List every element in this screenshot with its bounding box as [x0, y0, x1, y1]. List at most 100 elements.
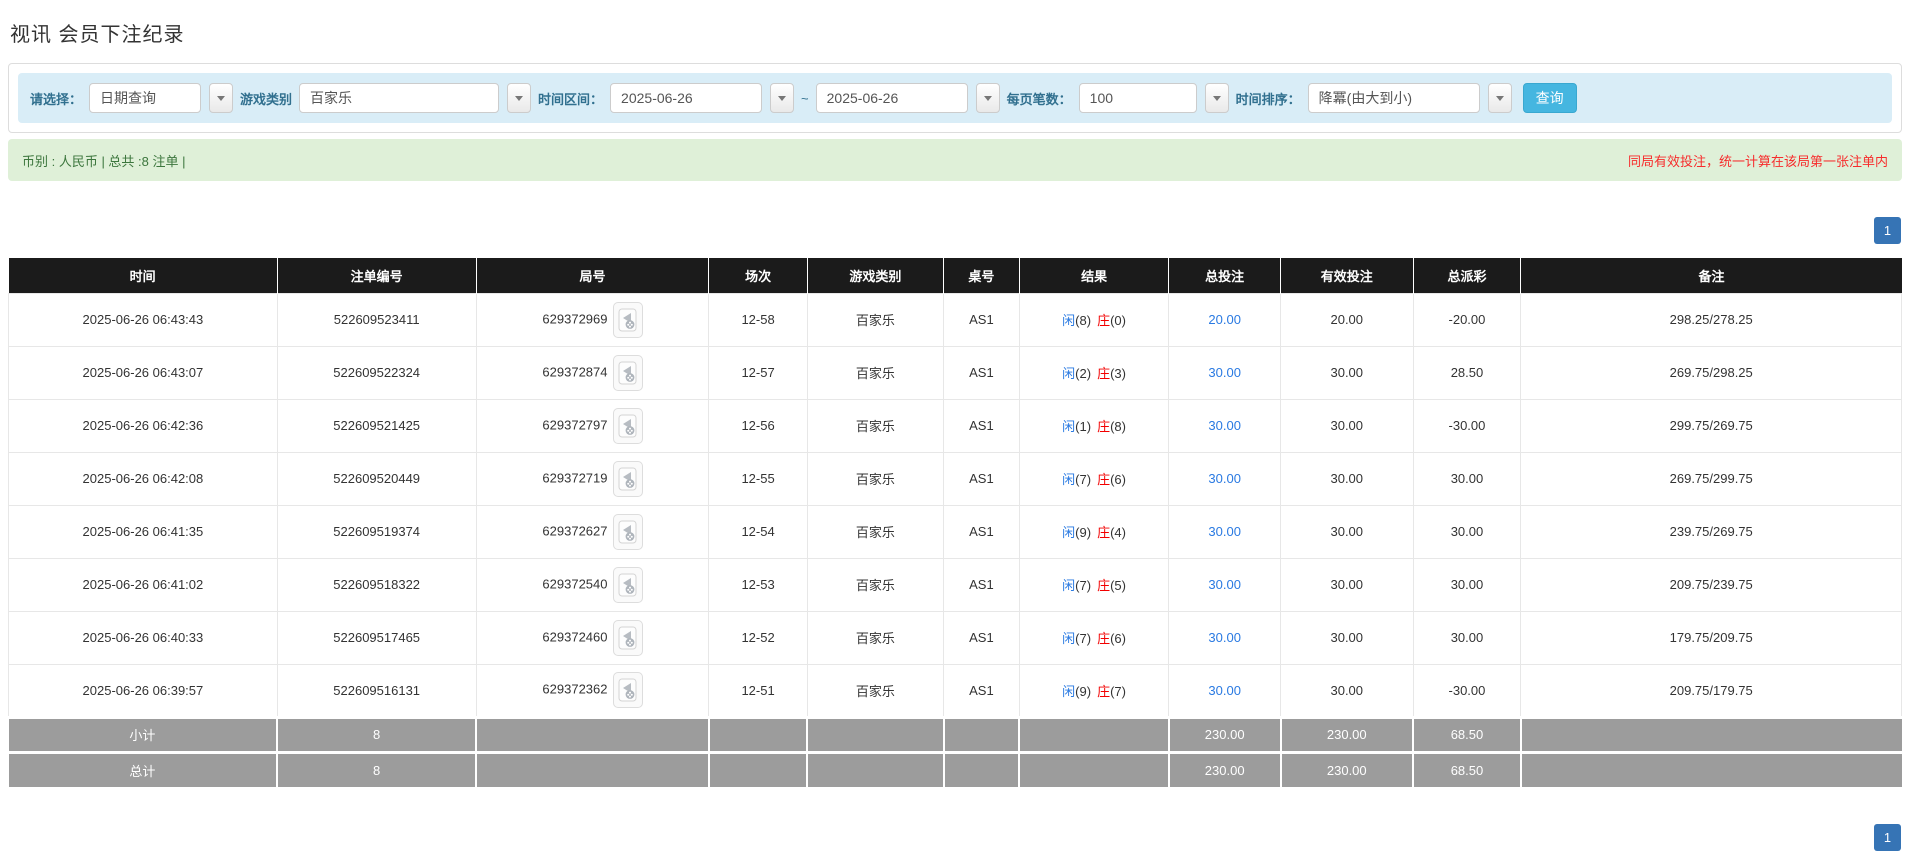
- result-banker-label: 庄: [1097, 472, 1111, 487]
- total-bet-link[interactable]: 30.00: [1208, 365, 1241, 380]
- date-to-dropdown-arrow[interactable]: [975, 83, 1000, 113]
- cell-payout: -30.00: [1412, 663, 1522, 718]
- table-row: 2025-06-26 06:43:43 522609523411 6293729…: [8, 292, 1902, 347]
- cell-result: 闲(1) 庄(8): [1018, 398, 1170, 453]
- cell-valid-bet: 30.00: [1280, 557, 1414, 612]
- cell-session: 12-52: [708, 610, 808, 665]
- cell-round-id: 629372719: [475, 451, 710, 506]
- filter-panel: 请选择： 日期查询 游戏类别 百家乐 时间区间： 2025-06-26 ~ 20…: [8, 63, 1902, 133]
- cell-game-type: 百家乐: [806, 398, 945, 453]
- cell-round-id: 629372797: [475, 398, 710, 453]
- video-replay-button[interactable]: [612, 460, 643, 497]
- cell-valid-bet: 30.00: [1280, 610, 1414, 665]
- summary-label: 总计: [8, 750, 279, 787]
- total-bet-link[interactable]: 30.00: [1208, 630, 1241, 645]
- game-type-select[interactable]: 百家乐: [299, 83, 500, 113]
- cell-time: 2025-06-26 06:43:43: [8, 292, 278, 347]
- cell-table-no: AS1: [943, 610, 1020, 665]
- cell-bet-id: 522609517465: [276, 610, 477, 665]
- video-replay-button[interactable]: [612, 354, 643, 391]
- total-bet-link[interactable]: 20.00: [1208, 312, 1241, 327]
- date-from-dropdown-arrow[interactable]: [770, 83, 795, 113]
- round-id-text: 629372460: [542, 628, 608, 644]
- result-player-score: (7): [1075, 578, 1092, 593]
- time-sort-value: 降冪(由大到小): [1318, 90, 1412, 106]
- video-replay-button[interactable]: [612, 407, 643, 444]
- page-size-dropdown-arrow[interactable]: [1204, 83, 1229, 113]
- result-banker-score: (5): [1110, 578, 1126, 593]
- cell-total-bet: 30.00: [1168, 398, 1282, 453]
- cell-result: 闲(9) 庄(4): [1018, 504, 1170, 559]
- video-replay-button[interactable]: [612, 513, 643, 550]
- page-size-select[interactable]: 100: [1078, 83, 1197, 113]
- cell-session: 12-55: [708, 451, 808, 506]
- summary-valid-bet: 230.00: [1280, 715, 1415, 752]
- summary-valid-bet: 230.00: [1280, 750, 1415, 787]
- cell-session: 12-51: [708, 663, 808, 718]
- table-row: 2025-06-26 06:41:35 522609519374 6293726…: [8, 504, 1902, 559]
- result-player-score: (2): [1075, 366, 1092, 381]
- video-replay-button[interactable]: [612, 301, 643, 338]
- chevron-down-icon: [1495, 95, 1504, 101]
- table-row: 2025-06-26 06:43:07 522609522324 6293728…: [8, 345, 1902, 400]
- round-id-text: 629372797: [542, 416, 608, 432]
- summary-total-bet: 230.00: [1168, 715, 1282, 752]
- result-player-label: 闲: [1062, 525, 1076, 540]
- cell-session: 12-57: [708, 345, 808, 400]
- search-button[interactable]: 查询: [1522, 83, 1577, 113]
- round-id-text: 629372627: [542, 522, 608, 538]
- result-banker-score: (6): [1110, 472, 1126, 487]
- video-replay-button[interactable]: [612, 619, 643, 656]
- video-replay-icon: [618, 678, 637, 702]
- game-type-label: 游戏类别: [240, 91, 293, 107]
- result-banker-label: 庄: [1097, 683, 1111, 699]
- summary-count: 8: [277, 715, 478, 752]
- cell-valid-bet: 20.00: [1280, 292, 1414, 347]
- video-replay-button[interactable]: [612, 566, 643, 603]
- cell-payout: 30.00: [1412, 451, 1522, 506]
- cell-note: 209.75/239.75: [1520, 557, 1902, 612]
- chevron-down-icon: [778, 95, 787, 101]
- cell-note: 209.75/179.75: [1520, 663, 1902, 718]
- total-bet-link[interactable]: 30.00: [1208, 418, 1241, 433]
- cell-total-bet: 30.00: [1168, 663, 1282, 718]
- cell-round-id: 629372362: [475, 663, 710, 718]
- date-to-input[interactable]: 2025-06-26: [815, 83, 968, 113]
- page-1-button-bottom[interactable]: 1: [1874, 824, 1901, 851]
- table-header-row: 时间 注单编号 局号 场次 游戏类别 桌号 结果 总投注 有效投注 总派彩 备注: [8, 258, 1902, 293]
- cell-total-bet: 30.00: [1168, 345, 1282, 400]
- game-type-dropdown-arrow[interactable]: [507, 83, 532, 113]
- time-sort-dropdown-arrow[interactable]: [1487, 83, 1512, 113]
- cell-game-type: 百家乐: [806, 610, 945, 665]
- time-range-label: 时间区间：: [538, 91, 604, 107]
- cell-game-type: 百家乐: [806, 504, 945, 559]
- video-replay-button[interactable]: [612, 672, 643, 708]
- cell-session: 12-53: [708, 557, 808, 612]
- total-bet-link[interactable]: 30.00: [1208, 471, 1241, 486]
- cell-table-no: AS1: [943, 292, 1020, 347]
- pagination-bottom: 1: [1874, 824, 1901, 851]
- total-bet-link[interactable]: 30.00: [1208, 683, 1241, 698]
- header-total-bet: 总投注: [1168, 258, 1282, 293]
- cell-bet-id: 522609518322: [276, 557, 477, 612]
- time-sort-label: 时间排序：: [1235, 91, 1301, 107]
- chevron-down-icon: [217, 95, 226, 101]
- video-replay-icon: [618, 361, 637, 384]
- query-type-select[interactable]: 日期查询: [89, 83, 202, 113]
- round-id-text: 629372874: [542, 363, 608, 379]
- table-row: 2025-06-26 06:39:57 522609516131 6293723…: [8, 663, 1902, 718]
- header-note: 备注: [1520, 258, 1902, 293]
- page-1-button[interactable]: 1: [1874, 217, 1901, 244]
- result-player-label: 闲: [1062, 313, 1076, 328]
- cell-bet-id: 522609521425: [276, 398, 477, 453]
- cell-game-type: 百家乐: [806, 663, 945, 718]
- time-sort-select[interactable]: 降冪(由大到小): [1307, 83, 1480, 113]
- date-from-input[interactable]: 2025-06-26: [610, 83, 763, 113]
- header-round-id: 局号: [476, 258, 710, 293]
- total-bet-link[interactable]: 30.00: [1208, 524, 1241, 539]
- cell-bet-id: 522609516131: [276, 663, 477, 718]
- query-type-dropdown-arrow[interactable]: [209, 83, 234, 113]
- video-replay-icon: [618, 414, 637, 437]
- total-bet-link[interactable]: 30.00: [1208, 577, 1241, 592]
- chevron-down-icon: [983, 95, 992, 101]
